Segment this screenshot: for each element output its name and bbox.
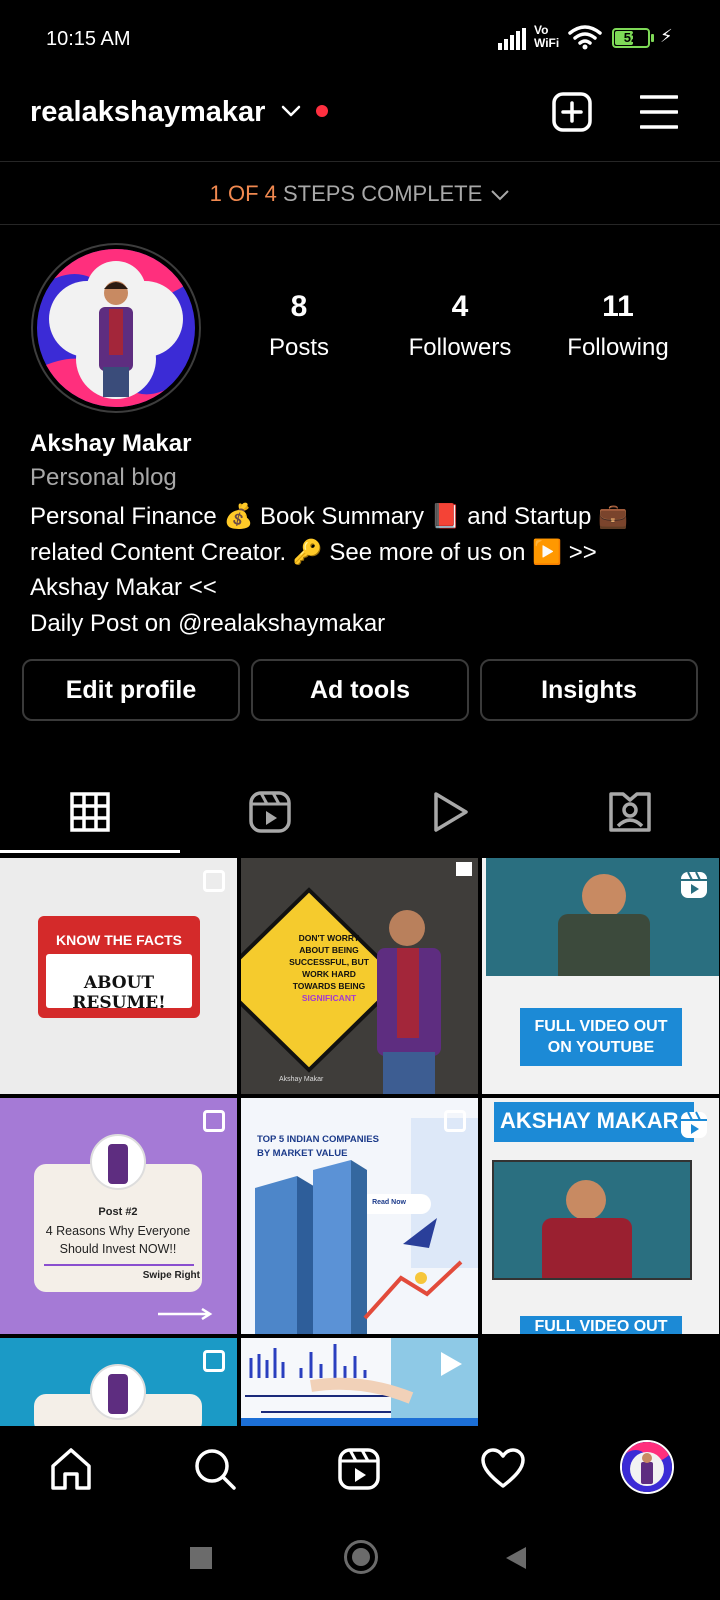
quote-line: TOWARDS BEING <box>292 981 366 991</box>
bottom-navigation <box>0 1426 720 1512</box>
posts-stat[interactable]: 8 Posts <box>219 290 379 362</box>
post-text: 4 Reasons Why Everyone <box>45 1224 191 1238</box>
multi-photo-icon <box>203 870 225 892</box>
profile-avatar-tab[interactable] <box>620 1440 674 1494</box>
display-name: Akshay Makar <box>30 430 192 457</box>
vowifi-label: Vo WiFi <box>534 23 560 50</box>
chevron-down-icon[interactable] <box>280 100 302 122</box>
posts-label: Posts <box>268 334 330 361</box>
home-icon[interactable] <box>48 1446 94 1492</box>
play-icon[interactable] <box>426 788 474 836</box>
following-stat[interactable]: 11 Following <box>538 290 698 362</box>
post-tile[interactable]: FULL VIDEO OUT ON YOUTUBE <box>482 858 719 1094</box>
ad-tools-button[interactable]: Ad tools <box>251 659 469 721</box>
new-post-icon[interactable] <box>552 92 592 132</box>
tagged-icon[interactable] <box>606 788 654 836</box>
post-cta: Swipe Right <box>142 1270 200 1281</box>
following-label: Following <box>567 334 669 361</box>
bio: Personal Finance 💰 Book Summary 📕 and St… <box>30 499 710 641</box>
post-text: KNOW THE FACTS <box>56 932 182 948</box>
video-play-icon <box>441 1352 462 1376</box>
avatar[interactable] <box>37 249 195 407</box>
quote-text: DON'T WORRY ABOUT BEING SUCCESSFUL, BUT … <box>279 932 379 1004</box>
followers-stat[interactable]: 4 Followers <box>380 290 540 362</box>
active-tab-indicator <box>0 850 180 853</box>
bio-line[interactable]: related Content Creator. 🔑 See more of u… <box>30 535 710 571</box>
reel-icon <box>681 1111 707 1138</box>
post-tile[interactable]: DON'T WORRY ABOUT BEING SUCCESSFUL, BUT … <box>241 858 478 1094</box>
post-tile[interactable] <box>241 1338 478 1426</box>
arrow-right-icon <box>158 1308 213 1320</box>
edit-profile-button[interactable]: Edit profile <box>22 659 240 721</box>
bio-line: Akshay Makar << <box>30 574 217 601</box>
quote-line: SUCCESSFUL, BUT <box>289 957 369 967</box>
post-caption: FULL VIDEO OUT <box>534 1318 668 1334</box>
bio-line: Personal Finance 💰 Book Summary 📕 and St… <box>30 503 628 530</box>
username[interactable]: realakshaymakar <box>30 96 265 129</box>
quote-line: ABOUT BEING <box>299 945 359 955</box>
battery-tip <box>651 34 654 42</box>
status-bar: 10:15 AM Vo WiFi 52 ⚡ <box>0 0 720 80</box>
post-tile[interactable]: TOP 5 INDIAN COMPANIES BY MARKET VALUE R… <box>241 1098 478 1334</box>
status-time: 10:15 AM <box>46 28 131 50</box>
post-tile[interactable]: KNOW THE FACTS ABOUT RESUME! <box>0 858 237 1094</box>
post-tile[interactable]: Post #2 4 Reasons Why Everyone Should In… <box>0 1098 237 1334</box>
saved-icon <box>456 862 472 876</box>
post-text: ABOUT RESUME! <box>72 973 166 1013</box>
post-text: Should Invest NOW!! <box>59 1242 177 1256</box>
chevron-down-icon <box>491 190 510 201</box>
signal-icon <box>498 28 526 50</box>
steps-label: STEPS COMPLETE <box>276 181 483 206</box>
post-author: Akshay Makar <box>279 1076 324 1083</box>
followers-label: Followers <box>408 334 512 361</box>
post-tile[interactable]: AKSHAY MAKAR FULL VIDEO OUT <box>482 1098 719 1334</box>
menu-icon[interactable] <box>640 94 678 130</box>
profile-header: realakshaymakar <box>0 80 720 162</box>
wifi-icon <box>568 25 602 50</box>
multi-photo-icon <box>444 1110 466 1132</box>
quote-line: SIGNIFICANT <box>301 993 357 1003</box>
multi-photo-icon <box>203 1110 225 1132</box>
profile-tabs <box>0 770 720 854</box>
recent-apps-button[interactable] <box>190 1547 212 1569</box>
multi-photo-icon <box>203 1350 225 1372</box>
followers-count: 4 <box>451 290 469 323</box>
post-caption: FULL VIDEO OUT <box>534 1018 668 1035</box>
system-navigation <box>0 1512 720 1600</box>
post-tile[interactable] <box>0 1338 237 1426</box>
quote-line: DON'T WORRY <box>298 933 360 943</box>
insights-button[interactable]: Insights <box>480 659 698 721</box>
notification-dot <box>316 105 328 117</box>
back-button[interactable] <box>504 1545 528 1571</box>
bio-line[interactable]: Daily Post on @realakshaymakar <box>30 606 710 642</box>
reels-icon[interactable] <box>336 1446 382 1492</box>
post-banner: AKSHAY MAKAR <box>500 1108 679 1133</box>
reel-icon <box>681 871 707 898</box>
post-caption: ON YOUTUBE <box>547 1039 655 1056</box>
reels-icon[interactable] <box>246 788 294 836</box>
grid-icon[interactable] <box>66 788 114 836</box>
category-label: Personal blog <box>30 464 177 491</box>
charging-icon: ⚡ <box>660 26 673 46</box>
battery-icon: 52 <box>612 28 650 48</box>
home-button[interactable] <box>344 1540 378 1574</box>
steps-complete-banner[interactable]: 1 OF 4 STEPS COMPLETE <box>0 163 720 225</box>
post-number: Post #2 <box>98 1206 138 1218</box>
search-icon[interactable] <box>192 1446 238 1492</box>
steps-progress: 1 OF 4 <box>209 181 277 206</box>
following-count: 11 <box>602 290 634 323</box>
quote-line: WORK HARD <box>302 969 356 979</box>
heart-icon[interactable] <box>480 1446 526 1492</box>
battery-level: 52 <box>623 30 639 45</box>
posts-count: 8 <box>290 290 308 323</box>
